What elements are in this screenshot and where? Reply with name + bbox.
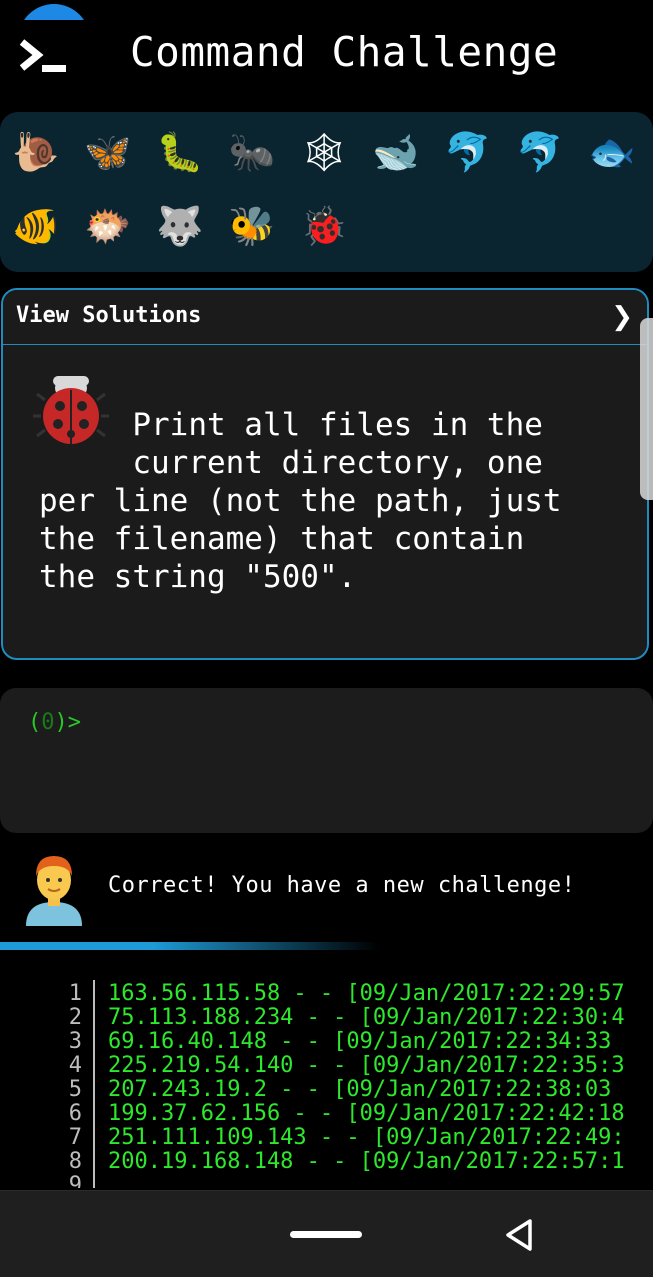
challenge-card: View Solutions ❯ Print all files in the …	[1, 288, 649, 660]
badge-dolphin-blue-icon: 🐬	[444, 130, 492, 174]
badge-panel: 🐌 🦋 🐛 🐜 🕸 🐋 🐬 🐬 🐟 🐠 🐡 🐺 🐝 🐞	[0, 112, 653, 272]
output-panel: 1 2 3 4 5 6 7 8 9 163.56.115.58 - - [09/…	[0, 980, 653, 1188]
badge-ant-icon: 🐜	[228, 130, 276, 174]
command-prompt: (0)>	[28, 710, 81, 735]
line-numbers: 1 2 3 4 5 6 7 8 9	[68, 981, 82, 1189]
chevron-right-icon: ❯	[611, 302, 633, 332]
badge-tropical-fish-icon: 🐠	[12, 204, 60, 248]
command-input[interactable]: (0)>	[0, 688, 653, 833]
badge-fish-icon: 🐟	[588, 130, 636, 174]
scrollbar-thumb[interactable]	[640, 318, 653, 500]
gutter-divider	[93, 980, 95, 1188]
system-navbar	[0, 1190, 653, 1277]
challenge-description: Print all files in the current directory…	[39, 407, 562, 595]
feedback-message: Correct! You have a new challenge!	[108, 873, 576, 898]
badge-whale-icon: 🐋	[372, 130, 420, 174]
badge-blowfish-icon: 🐡	[84, 204, 132, 248]
badge-caterpillar-icon: 🐛	[156, 130, 204, 174]
output-lines: 163.56.115.58 - - [09/Jan/2017:22:29:57 …	[108, 981, 625, 1174]
badge-wolf-icon: 🐺	[156, 204, 204, 248]
badge-ladybug-icon: 🐞	[300, 204, 348, 248]
badge-bee-icon: 🐝	[228, 204, 276, 248]
view-solutions-label: View Solutions	[16, 303, 202, 328]
badge-dolphin-grey-icon: 🐬	[516, 130, 564, 174]
progress-fill	[0, 942, 379, 950]
user-avatar-icon	[24, 852, 84, 926]
progress-bar	[0, 942, 653, 950]
app-title: Command Challenge	[130, 28, 559, 76]
back-triangle-icon	[506, 1219, 532, 1251]
view-solutions-toggle[interactable]: View Solutions ❯	[3, 290, 647, 345]
badge-snail-icon: 🐌	[12, 130, 60, 174]
back-button[interactable]	[500, 1215, 540, 1255]
badge-spider-web-icon: 🕸	[299, 130, 349, 174]
home-button[interactable]	[290, 1231, 362, 1238]
badge-butterfly-icon: 🦋	[84, 130, 132, 174]
top-arc-decoration	[18, 4, 90, 20]
terminal-icon	[18, 38, 68, 76]
